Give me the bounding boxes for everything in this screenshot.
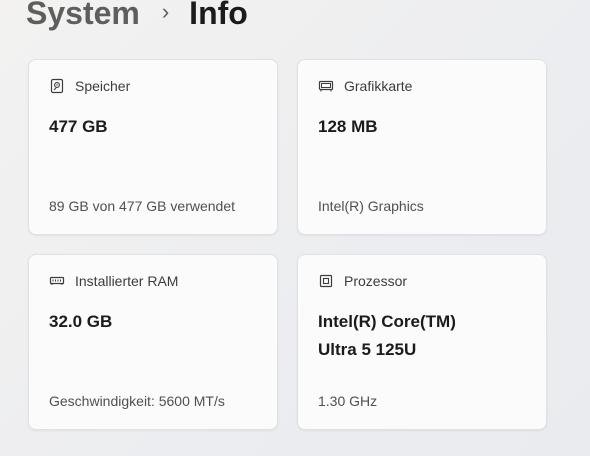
processor-icon <box>318 273 334 289</box>
chevron-right-icon: › <box>161 0 170 24</box>
ram-icon <box>49 273 65 289</box>
processor-detail: 1.30 GHz <box>318 393 378 409</box>
storage-value: 477 GB <box>49 117 108 136</box>
graphics-card[interactable]: Grafikkarte 128 MB Intel(R) Graphics <box>297 59 547 235</box>
page-title: Info <box>189 0 248 31</box>
ram-label: Installierter RAM <box>75 273 179 289</box>
storage-label: Speicher <box>75 78 131 94</box>
graphics-detail: Intel(R) Graphics <box>318 198 424 214</box>
ram-card[interactable]: Installierter RAM 32.0 GB Geschwindigkei… <box>28 254 278 430</box>
storage-icon <box>49 78 65 94</box>
graphics-card-icon <box>318 78 334 94</box>
graphics-label: Grafikkarte <box>344 78 413 94</box>
storage-detail: 89 GB von 477 GB verwendet <box>49 198 235 214</box>
processor-card[interactable]: Prozessor Intel(R) Core(TM) Ultra 5 125U… <box>297 254 547 430</box>
storage-card-header: Speicher <box>49 78 130 94</box>
ram-detail: Geschwindigkeit: 5600 MT/s <box>49 393 225 409</box>
breadcrumb-system-link[interactable]: System <box>26 0 140 35</box>
graphics-card-header: Grafikkarte <box>318 78 412 94</box>
ram-value: 32.0 GB <box>49 312 113 331</box>
graphics-value: 128 MB <box>318 117 378 136</box>
processor-value-line1: Intel(R) Core(TM) <box>318 312 456 331</box>
breadcrumb: System › Info <box>26 0 248 35</box>
processor-value-line2: Ultra 5 125U <box>318 340 417 359</box>
processor-card-header: Prozessor <box>318 273 407 289</box>
processor-label: Prozessor <box>344 273 408 289</box>
processor-value: Intel(R) Core(TM) Ultra 5 125U <box>318 308 528 364</box>
ram-card-header: Installierter RAM <box>49 273 178 289</box>
storage-card[interactable]: Speicher 477 GB 89 GB von 477 GB verwend… <box>28 59 278 235</box>
